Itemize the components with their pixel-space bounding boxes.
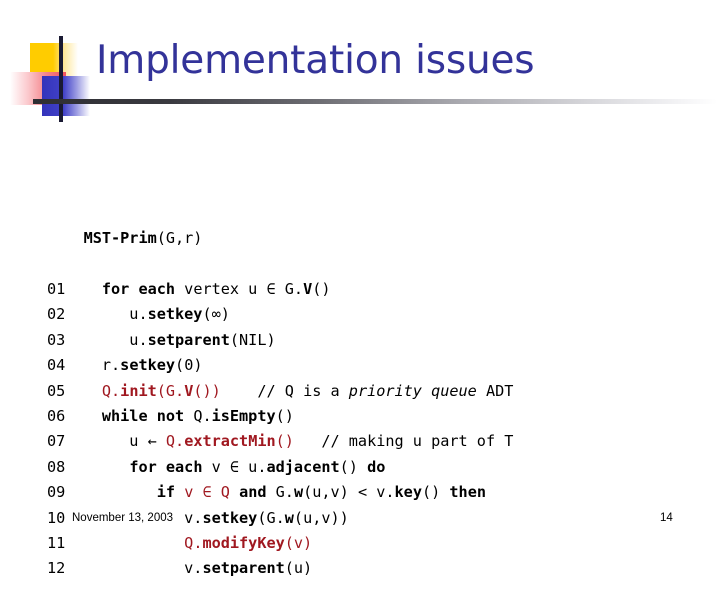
code-line: 06 while not Q.isEmpty() [47, 404, 513, 429]
code-token: ∈ [266, 280, 276, 299]
code-line-number: 12 [47, 559, 66, 578]
code-line: 12 v.setparent(u) [47, 556, 513, 581]
procedure-name: MST-Prim [83, 229, 157, 248]
code-token: () [275, 406, 294, 425]
code-token: Q. [165, 432, 185, 451]
code-token: setkey [147, 305, 203, 324]
code-token: G. [266, 483, 294, 502]
code-token: ADT [476, 381, 514, 400]
code-line-number: 10 [47, 508, 66, 527]
code-token: (u,v)) [293, 508, 349, 527]
code-token: (G. [257, 508, 285, 527]
code-line-number: 11 [47, 533, 66, 552]
code-token: V [303, 280, 313, 299]
code-token: ()) [193, 381, 221, 400]
code-token: G. [275, 280, 304, 299]
code-token: u. [65, 305, 148, 324]
code-token: then [449, 483, 486, 502]
code-token: (NIL) [229, 330, 276, 349]
code-line: 04 r.setkey(0) [47, 353, 513, 378]
footer-page-number: 14 [660, 512, 673, 524]
code-token: (u) [284, 559, 313, 578]
code-token: (v) [284, 533, 313, 552]
code-token: V [184, 381, 194, 400]
code-token: modifyKey [202, 533, 285, 552]
code-token: w [284, 508, 294, 527]
title-underline-rule [33, 99, 717, 104]
code-line-number: 05 [47, 381, 66, 400]
code-line-number: 04 [47, 356, 66, 375]
code-token: isEmpty [211, 406, 276, 425]
code-token: v. [65, 559, 203, 578]
code-token: () [312, 280, 331, 299]
code-token: (∞) [202, 305, 230, 324]
code-token: (0) [175, 356, 203, 375]
code-token: if [156, 483, 176, 502]
code-token: setparent [147, 330, 230, 349]
code-token: extractMin [184, 432, 276, 451]
code-token: Q. [184, 406, 212, 425]
code-token: // making u part of T [293, 432, 514, 451]
code-token: priority queue [348, 381, 477, 400]
code-token: () [339, 457, 368, 476]
code-token: init [120, 381, 157, 400]
code-token: adjacent [266, 457, 340, 476]
code-token: key [394, 483, 422, 502]
code-line: 09 if v ∈ Q and G.w(u,v) < v.key() then [47, 480, 513, 505]
slide-header: Implementation issues [0, 0, 720, 130]
footer-date: November 13, 2003 [72, 512, 174, 524]
code-token: // Q is a [220, 381, 349, 400]
code-signature-line: MST-Prim(G,r) [47, 201, 513, 247]
code-token: vertex u [175, 280, 267, 299]
page-title: Implementation issues [96, 38, 535, 83]
code-token: () [275, 432, 294, 451]
code-token: and [239, 483, 267, 502]
code-token: r. [65, 356, 121, 375]
code-line-number: 06 [47, 406, 66, 425]
code-token: u ← [65, 432, 166, 451]
code-line: 02 u.setkey(∞) [47, 302, 513, 327]
code-token: for each [129, 457, 203, 476]
logo-blue-square [42, 76, 90, 116]
code-token: u. [65, 330, 148, 349]
code-line: 01 for each vertex u ∈ G.V() [47, 277, 513, 302]
code-token: setkey [120, 356, 176, 375]
code-line-number: 03 [47, 330, 66, 349]
code-token: (u,v) < v. [303, 483, 395, 502]
code-token: for each [101, 280, 176, 299]
code-token: setparent [202, 559, 285, 578]
code-token: v ∈ Q [184, 483, 230, 502]
code-token: while not [101, 406, 185, 425]
code-line-number: 09 [47, 483, 66, 502]
code-token: (G. [156, 381, 185, 400]
code-token: w [293, 483, 304, 502]
code-line-number: 02 [47, 305, 66, 324]
code-token: Q. [101, 381, 121, 400]
code-line: 11 Q.modifyKey(v) [47, 531, 513, 556]
code-line: 05 Q.init(G.V()) // Q is a priority queu… [47, 379, 513, 404]
procedure-args: (G,r) [156, 229, 203, 248]
code-line-number: 01 [47, 280, 66, 299]
code-line: 03 u.setparent(NIL) [47, 328, 513, 353]
code-line: 07 u ← Q.extractMin() // making u part o… [47, 429, 513, 454]
code-token: do [367, 457, 386, 476]
code-token: Q. [184, 533, 203, 552]
code-line-number: 08 [47, 457, 66, 476]
code-token: setkey [202, 508, 258, 527]
code-token: () [421, 483, 450, 502]
code-line-number: 07 [47, 432, 66, 451]
code-token: v ∈ u. [202, 457, 267, 476]
code-line: 08 for each v ∈ u.adjacent() do [47, 455, 513, 480]
logo-vertical-bar [59, 36, 63, 122]
code-line-list: 01 for each vertex u ∈ G.V() 02 u.setkey(… [47, 277, 513, 582]
pseudocode-block: MST-Prim(G,r) 01 for each vertex u ∈ G.V… [47, 150, 513, 607]
